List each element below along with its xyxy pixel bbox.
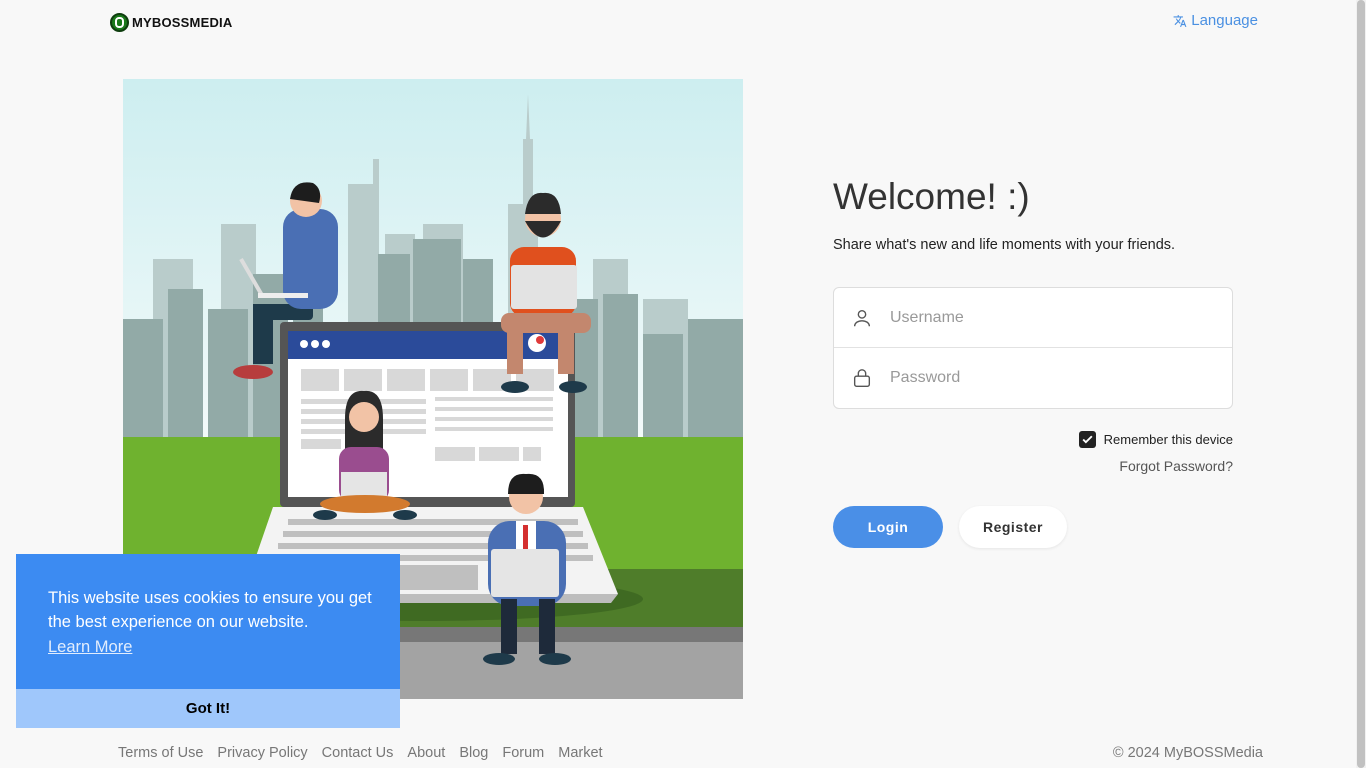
footer-link-market[interactable]: Market: [558, 745, 602, 761]
language-selector[interactable]: Language: [1173, 12, 1258, 29]
copyright-text: © 2024 MyBOSSMedia: [1112, 745, 1263, 761]
username-row: [834, 288, 1232, 348]
password-input[interactable]: [890, 369, 1210, 387]
language-label: Language: [1191, 12, 1258, 29]
footer-link-contact[interactable]: Contact Us: [322, 745, 394, 761]
scrollbar-thumb[interactable]: [1357, 0, 1365, 768]
site-logo[interactable]: MYBOSSMEDIA: [110, 13, 232, 32]
cookie-banner: This website uses cookies to ensure you …: [16, 554, 400, 728]
footer-link-privacy[interactable]: Privacy Policy: [217, 745, 307, 761]
page-title: Welcome! :): [833, 176, 1030, 217]
lock-icon: [850, 366, 874, 390]
translate-icon: [1173, 14, 1187, 27]
footer-link-blog[interactable]: Blog: [459, 745, 488, 761]
user-icon: [850, 306, 874, 330]
footer-link-terms[interactable]: Terms of Use: [118, 745, 203, 761]
footer-link-forum[interactable]: Forum: [502, 745, 544, 761]
username-input[interactable]: [890, 308, 1210, 327]
learn-more-link[interactable]: Learn More: [48, 638, 132, 657]
logo-text: MYBOSSMEDIA: [132, 15, 233, 30]
footer-nav: Terms of Use Privacy Policy Contact Us A…: [118, 745, 603, 761]
cookie-accept-button[interactable]: Got It!: [16, 689, 400, 728]
checkbox-checked-icon[interactable]: [1078, 431, 1096, 448]
remember-device[interactable]: Remember this device: [1078, 431, 1233, 448]
cookie-message: This website uses cookies to ensure you …: [48, 589, 372, 631]
login-form: [833, 287, 1233, 409]
page-scrollbar[interactable]: [1356, 0, 1366, 768]
remember-label: Remember this device: [1103, 432, 1233, 447]
register-button[interactable]: Register: [959, 506, 1067, 548]
login-button[interactable]: Login: [833, 506, 943, 548]
page-subtitle: Share what's new and life moments with y…: [833, 237, 1176, 253]
forgot-password-link[interactable]: Forgot Password?: [1119, 458, 1233, 474]
logo-icon: [110, 13, 129, 32]
password-row: [834, 348, 1232, 408]
footer-link-about[interactable]: About: [407, 745, 445, 761]
